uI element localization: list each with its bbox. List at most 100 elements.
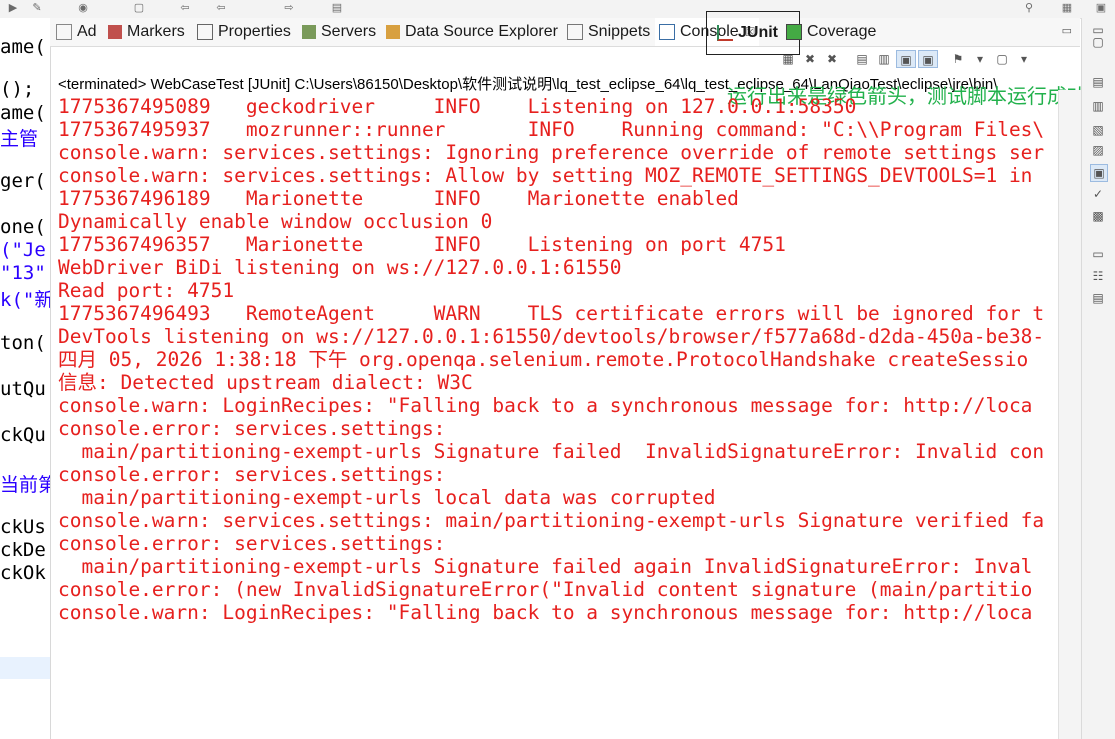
new-icon[interactable]: ▢ [132,2,146,14]
forward-icon[interactable]: ⇨ [282,2,296,14]
console-scrollbar[interactable] [1058,90,1081,739]
hierarchy-icon[interactable]: ☷ [1090,268,1106,284]
maximize-icon[interactable]: ▢ [1090,34,1106,50]
perspective-java-icon[interactable]: ▣ [1094,2,1108,14]
snippets-icon [567,24,583,40]
tab-label: Markers [127,23,185,40]
tab-servers[interactable]: Servers [302,18,376,46]
tab-label: Data Source Explorer [405,23,558,40]
code-line: ("Je [0,239,46,261]
code-line: ame( [0,36,46,58]
perspective-icon[interactable]: ▦ [1060,2,1074,14]
back-icon[interactable]: ⇦ [214,2,228,14]
console-icon [659,24,675,40]
word-wrap-icon[interactable]: ▥ [874,50,894,68]
doc-icon[interactable]: ▨ [1090,142,1106,158]
coverage-icon [786,24,802,40]
datasource-icon [386,25,400,39]
scroll-lock-icon[interactable]: ▤ [852,50,872,68]
console-line: console.warn: services.settings: Allow b… [58,164,1033,187]
console-line: 1775367495937 mozrunner::runner INFO Run… [58,118,1045,141]
console-line: 1775367496357 Marionette INFO Listening … [58,233,786,256]
clear-icon[interactable]: ▦ [778,50,798,68]
pin-icon[interactable]: ⚑ [948,50,968,68]
tab-coverage[interactable]: Coverage [786,18,876,46]
globe-icon[interactable]: ◉ [76,2,90,14]
code-line: (); [0,78,35,100]
search-icon[interactable]: ⚲ [1022,2,1036,14]
code-line: ger( [0,170,46,192]
tab-label: Snippets [588,23,651,40]
current-line-highlight [0,657,50,679]
restore-icon[interactable]: ▭ [1090,246,1106,262]
show-on-stderr-icon[interactable]: ▣ [918,50,938,68]
console-line: Dynamically enable window occlusion 0 [58,210,493,233]
outline-icon[interactable]: ▤ [1090,74,1106,90]
tab-problems[interactable]: Ad [56,18,97,46]
code-line: ckQu [0,424,46,446]
tab-data-source-explorer[interactable]: Data Source Explorer [386,18,558,46]
main-toolbar: ▶ ✎ ◉ ▢ ⇦ ⇦ ⇨ ▤ ⚲ ▦ ▣ [0,0,1115,19]
console-line: Read port: 4751 [58,279,235,302]
console-line: main/partitioning-exempt-urls Signature … [58,555,1033,578]
code-line: ckUs [0,516,46,538]
tab-label: Ad [77,23,97,40]
minimize-icon[interactable]: ▭ [1062,24,1072,37]
console-icon[interactable]: ▣ [1090,164,1108,182]
back-icon[interactable]: ⇦ [178,2,192,14]
junit-icon [717,25,733,41]
console-output[interactable]: 1775367495089 geckodriver INFO Listening… [58,95,1054,635]
console-line: console.error: services.settings: [58,532,446,555]
console-line: console.warn: LoginRecipes: "Falling bac… [58,394,1033,417]
run-icon[interactable]: ▶ [6,2,20,14]
tab-label: Coverage [807,23,877,40]
new-console-icon[interactable]: ▢ [992,50,1012,68]
console-line: 1775367496189 Marionette INFO Marionette… [58,187,739,210]
code-line: ckDe [0,539,46,561]
console-line: DevTools listening on ws://127.0.0.1:615… [58,325,1045,348]
doc-icon[interactable]: ▧ [1090,122,1106,138]
console-line: console.warn: services.settings: Ignorin… [58,141,1045,164]
display-console-icon[interactable]: ▾ [970,50,990,68]
tab-label: JUnit [738,24,778,41]
console-line: 四月 05, 2026 1:38:18 下午 org.openqa.seleni… [58,348,1029,371]
console-line: console.error: services.settings: [58,463,446,486]
code-line: 主管 [0,128,39,150]
code-line: "13" [0,262,46,284]
coverage-icon[interactable]: ▩ [1090,208,1106,224]
remove-all-icon[interactable]: ✖ [822,50,842,68]
editor-fragment: ame( (); ame( 主管 ger( one( ("Je "13" k("… [0,18,51,739]
console-line: console.error: (new InvalidSignatureErro… [58,578,1033,601]
console-line: 信息: Detected upstream dialect: W3C [58,371,473,394]
junit-icon[interactable]: ✓ [1090,186,1106,202]
debug-icon[interactable]: ✎ [30,2,44,14]
code-line: one( [0,216,46,238]
task-list-icon[interactable]: ▥ [1090,98,1106,114]
tab-markers[interactable]: Markers [108,18,185,46]
task-icon[interactable]: ▤ [330,2,344,14]
properties-icon [197,24,213,40]
notes-icon[interactable]: ▤ [1090,290,1106,306]
code-line: k("新 [0,289,51,311]
view-menu-icon[interactable]: ▾ [1014,50,1034,68]
servers-icon [302,25,316,39]
console-toolbar: ▦ ✖ ✖ ▤ ▥ ▣ ▣ ⚑ ▾ ▢ ▾ [778,50,1036,70]
code-line: utQu [0,378,46,400]
console-line: 1775367496493 RemoteAgent WARN TLS certi… [58,302,1045,325]
console-line: 1775367495089 geckodriver INFO Listening… [58,95,857,118]
terminate-icon[interactable]: ✖ [800,50,820,68]
show-on-stdout-icon[interactable]: ▣ [896,50,916,68]
code-line: 当前第 [0,474,50,496]
tab-snippets[interactable]: Snippets [567,18,650,46]
code-line: ckOk [0,562,46,584]
console-line: main/partitioning-exempt-urls local data… [58,486,716,509]
console-line: main/partitioning-exempt-urls Signature … [58,440,1045,463]
console-line: console.error: services.settings: [58,417,446,440]
console-line: console.warn: services.settings: main/pa… [58,509,1045,532]
tab-label: Servers [321,23,377,40]
tab-label: Properties [218,23,291,40]
tab-properties[interactable]: Properties [197,18,291,46]
console-line: console.warn: LoginRecipes: "Falling bac… [58,601,1033,624]
right-trim-bar: ▭ ▢ ▤ ▥ ▧ ▨ ▣ ✓ ▩ ▭ ☷ ▤ [1081,18,1115,739]
problems-icon [56,24,72,40]
